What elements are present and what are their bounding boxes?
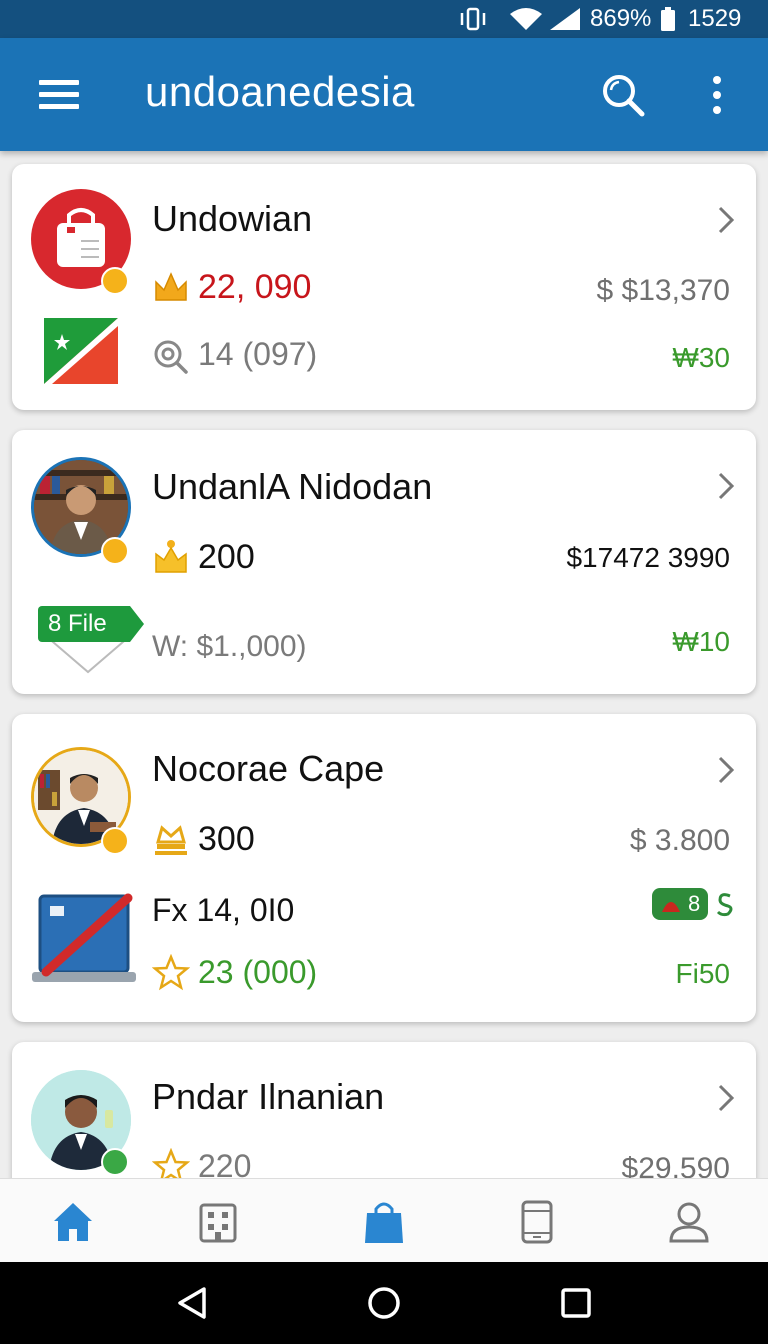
clock: 1529 [688, 5, 742, 32]
star-outline-icon [151, 1147, 191, 1178]
back-icon[interactable] [174, 1285, 210, 1321]
verified-badge-icon [101, 827, 129, 855]
chip-value: 8 [688, 891, 701, 916]
card-title: Nocorae Cape [152, 748, 385, 789]
battery-percent: 869% [590, 5, 652, 32]
card-title: Undowian [152, 198, 313, 239]
list-card[interactable]: UndanlA Nidodan 200 $17472 3990 8 File W… [12, 430, 756, 694]
green-value: Fi50 [675, 958, 730, 989]
mound-icon [662, 902, 680, 912]
file-tag-icon: 8 File [38, 606, 144, 676]
list-card[interactable]: Nocorae Cape 300 $ 3.800 Fx 14, 0I0 8 23… [12, 714, 756, 1022]
home-circle-icon[interactable] [366, 1285, 402, 1321]
crown-icon [152, 268, 190, 306]
wifi-icon [508, 0, 544, 38]
chip-group: 8 [652, 888, 736, 920]
vibrate-icon [458, 0, 488, 38]
chevron-right-icon[interactable] [712, 470, 740, 502]
crown-icon [152, 538, 190, 576]
bag-icon[interactable] [361, 1199, 407, 1245]
item-list: Undowian 22, 090 $ $13,370 14 (097) ₩30 … [0, 151, 768, 1178]
star-outline-icon [151, 953, 191, 992]
price: $29.590 [621, 1152, 730, 1178]
rank-value: 200 [198, 538, 255, 576]
rank-value: 22, 090 [198, 268, 312, 306]
recents-icon[interactable] [558, 1285, 594, 1321]
secondary-text: W: $1.,000) [152, 630, 307, 663]
home-icon[interactable] [50, 1199, 96, 1245]
system-nav-bar [0, 1262, 768, 1344]
building-icon[interactable] [195, 1199, 241, 1245]
chevron-right-icon[interactable] [712, 204, 740, 236]
verified-badge-icon [101, 267, 129, 295]
card-title: Pndar Ilnanian [152, 1076, 385, 1117]
rating-text: 23 (000) [198, 954, 318, 990]
app-bar: undoanedesia [0, 38, 768, 151]
search-icon[interactable] [598, 70, 648, 120]
app-title: undoanedesia [145, 68, 415, 115]
currency-glyph-icon [717, 893, 733, 917]
menu-icon[interactable] [34, 72, 84, 118]
green-value: ₩30 [672, 342, 730, 373]
verified-badge-icon [101, 537, 129, 565]
list-card[interactable]: Pndar Ilnanian 220 $29.590 [12, 1042, 756, 1178]
price: $17472 3990 [566, 542, 730, 573]
flag-icon [44, 318, 118, 384]
secondary-text: 14 (097) [198, 336, 318, 372]
count-chip: 8 [652, 888, 709, 920]
extra-line: Fx 14, 0I0 [152, 892, 295, 928]
price: $ 3.800 [629, 824, 730, 857]
battery-icon [660, 0, 676, 38]
crown-icon [152, 820, 190, 858]
search-zoom-icon [152, 338, 190, 376]
laptop-icon [32, 890, 136, 990]
more-vert-icon[interactable] [702, 72, 732, 118]
list-card[interactable]: Undowian 22, 090 $ $13,370 14 (097) ₩30 [12, 164, 756, 410]
rank-value: 300 [198, 820, 255, 858]
chevron-right-icon[interactable] [712, 754, 740, 786]
signal-icon [548, 0, 582, 38]
card-title: UndanlA Nidodan [152, 466, 433, 507]
green-value: ₩10 [672, 626, 730, 657]
file-tag: 8 File [38, 606, 130, 642]
bottom-nav [0, 1178, 768, 1262]
phone-icon[interactable] [514, 1199, 560, 1245]
chevron-right-icon[interactable] [712, 1082, 740, 1114]
price: $ $13,370 [596, 274, 730, 307]
rank-value: 220 [198, 1148, 252, 1178]
status-bar: 869% 1529 [0, 0, 768, 38]
leaf-badge-icon [101, 1148, 129, 1176]
profile-icon[interactable] [666, 1199, 712, 1245]
